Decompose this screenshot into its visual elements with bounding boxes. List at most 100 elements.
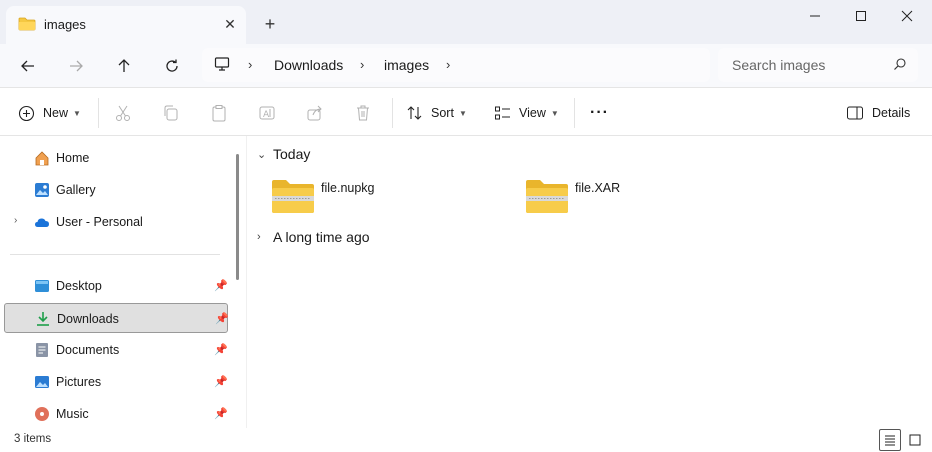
share-icon [307, 105, 322, 121]
close-button[interactable] [884, 0, 930, 32]
file-name: file.nupkg [321, 181, 375, 195]
group-header-long-ago[interactable]: › A long time ago [257, 229, 370, 245]
rename-icon: A [259, 106, 275, 120]
sidebar-divider [10, 254, 220, 255]
folder-icon [18, 17, 36, 31]
pin-icon[interactable]: 📌 [214, 343, 228, 356]
group-label: Today [273, 146, 311, 162]
share-button[interactable] [306, 100, 324, 126]
divider [574, 98, 575, 128]
details-label: Details [872, 106, 911, 120]
details-view-button[interactable] [879, 429, 901, 451]
address-bar[interactable]: › Downloads › images › [202, 48, 710, 82]
tab-close-icon[interactable]: ✕ [220, 14, 240, 34]
chevron-down-icon: ⌄ [257, 148, 267, 161]
computer-icon [214, 57, 230, 71]
view-icon [495, 106, 510, 120]
pin-icon[interactable]: 📌 [214, 375, 228, 388]
file-item-xar[interactable]: file.XAR [525, 178, 745, 218]
item-count: 3 items [14, 433, 52, 445]
clipboard-icon [212, 105, 226, 122]
cloud-icon [35, 218, 49, 227]
file-name: file.XAR [575, 181, 621, 195]
status-bar: 3 items [0, 428, 932, 452]
arrow-up-icon [118, 59, 130, 72]
sidebar-item-label: Home [56, 151, 90, 165]
pin-icon[interactable]: 📌 [214, 407, 228, 420]
sidebar-item-label: Gallery [56, 183, 96, 197]
sidebar-item-music[interactable]: Music 📌 [4, 399, 228, 429]
sidebar-item-gallery[interactable]: Gallery [4, 175, 228, 205]
zip-folder-icon [272, 180, 314, 213]
sidebar-item-label: Desktop [56, 279, 102, 293]
pin-icon[interactable]: 📌 [215, 312, 229, 325]
sidebar-item-label: Downloads [57, 312, 119, 326]
search-box[interactable]: Search images [718, 48, 918, 82]
sidebar-item-home[interactable]: Home [4, 143, 228, 173]
svg-text:A: A [263, 110, 270, 120]
back-button[interactable] [14, 52, 42, 80]
view-label: View [519, 106, 546, 120]
view-button[interactable]: View ▼ [494, 100, 559, 126]
more-options-button[interactable]: ··· [590, 100, 609, 126]
search-input[interactable]: Search images [732, 57, 825, 73]
breadcrumb-images[interactable]: images [384, 57, 429, 73]
group-header-today[interactable]: ⌄ Today [257, 146, 310, 162]
sidebar-item-onedrive[interactable]: › User - Personal [4, 207, 228, 237]
details-pane-icon [847, 106, 863, 120]
sidebar-scrollbar[interactable] [236, 154, 239, 280]
refresh-button[interactable] [158, 52, 186, 80]
new-tab-button[interactable]: + [258, 14, 282, 34]
paste-button[interactable] [210, 100, 228, 126]
group-label: A long time ago [273, 229, 370, 245]
plus-circle-icon [18, 105, 35, 121]
sidebar-item-label: User - Personal [56, 215, 143, 229]
arrow-right-icon [70, 60, 83, 72]
title-bar: images ✕ + [0, 0, 932, 44]
pin-icon[interactable]: 📌 [214, 279, 228, 292]
sidebar-item-documents[interactable]: Documents 📌 [4, 335, 228, 365]
tab-title: images [44, 17, 86, 32]
sidebar-item-pictures[interactable]: Pictures 📌 [4, 367, 228, 397]
chevron-down-icon: ▼ [73, 108, 81, 118]
sidebar-item-downloads[interactable]: Downloads 📌 [4, 303, 229, 333]
breadcrumb-chevron-icon[interactable]: › [360, 57, 364, 72]
file-item-nupkg[interactable]: file.nupkg [271, 178, 491, 218]
rename-button[interactable]: A [258, 100, 276, 126]
breadcrumb-chevron-icon[interactable]: › [248, 57, 252, 72]
sidebar-item-label: Pictures [56, 375, 102, 389]
documents-icon [36, 343, 48, 357]
chevron-right-icon[interactable]: › [14, 215, 17, 226]
up-button[interactable] [110, 52, 138, 80]
sidebar-item-desktop[interactable]: Desktop 📌 [4, 271, 228, 301]
breadcrumb-downloads[interactable]: Downloads [274, 57, 343, 73]
details-button[interactable]: Details [846, 100, 910, 126]
new-label: New [43, 106, 69, 120]
maximize-button[interactable] [838, 0, 884, 32]
home-icon [35, 151, 49, 166]
minimize-button[interactable] [792, 0, 838, 32]
copy-icon [164, 105, 178, 121]
trash-icon [357, 105, 369, 121]
delete-button[interactable] [354, 100, 372, 126]
file-list: ⌄ Today file.nupkg file.XAR › A long tim… [246, 136, 932, 428]
maximize-icon [856, 11, 866, 21]
list-view-icon [885, 435, 895, 446]
scissors-icon [116, 105, 130, 121]
navigation-pane: Home Gallery › User - Personal Desktop 📌… [0, 136, 232, 428]
tiles-view-button[interactable] [904, 429, 926, 451]
cut-button[interactable] [114, 100, 132, 126]
command-bar: New ▼ A Sort ▼ View ▼ ··· Details [0, 88, 932, 136]
new-button[interactable]: New ▼ [18, 100, 81, 126]
chevron-down-icon: ▼ [458, 108, 467, 118]
refresh-icon [166, 59, 178, 72]
forward-button[interactable] [62, 52, 90, 80]
desktop-icon [35, 280, 49, 292]
chevron-down-icon: ▼ [550, 108, 559, 118]
music-icon [35, 407, 49, 421]
tab-images[interactable]: images ✕ [6, 6, 246, 44]
close-icon [901, 10, 913, 22]
sort-button[interactable]: Sort ▼ [406, 100, 467, 126]
breadcrumb-chevron-icon[interactable]: › [446, 57, 450, 72]
copy-button[interactable] [162, 100, 180, 126]
